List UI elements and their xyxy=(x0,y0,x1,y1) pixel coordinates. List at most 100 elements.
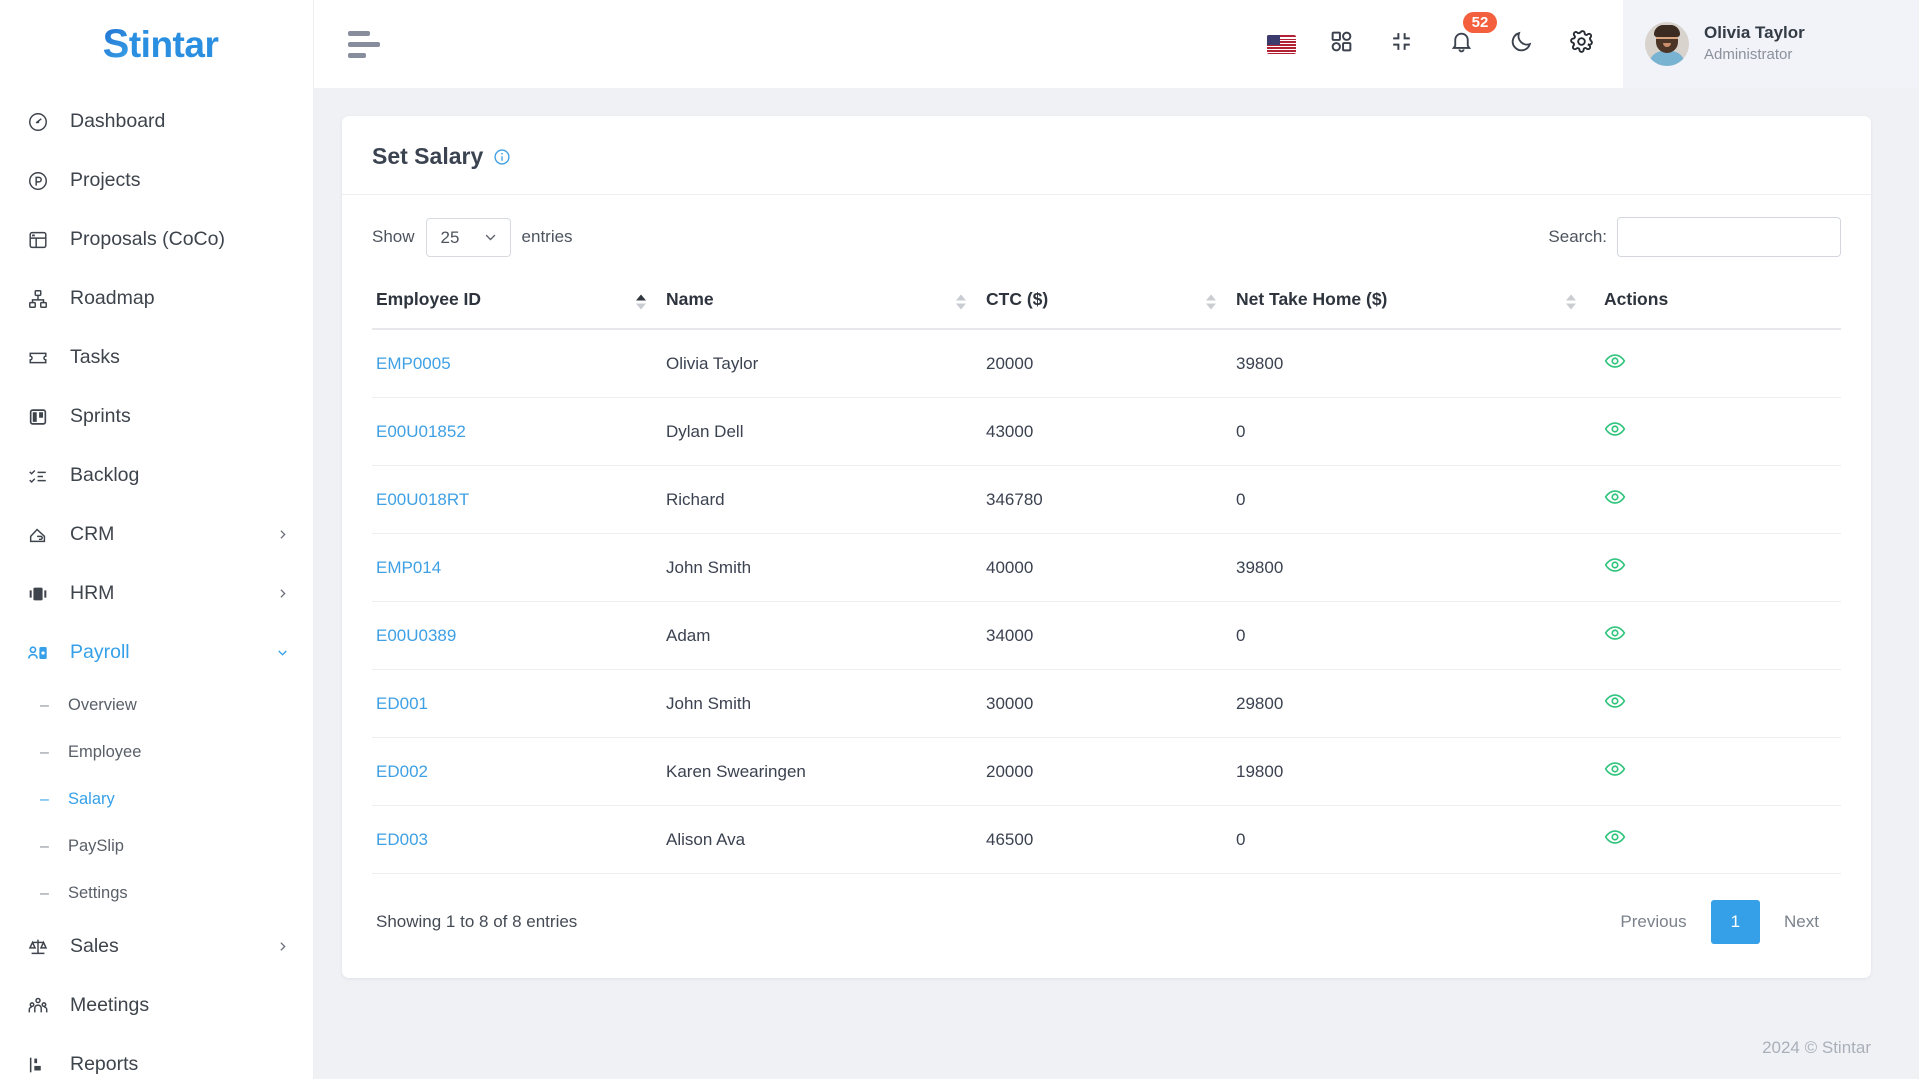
sidebar-item-label: Backlog xyxy=(70,464,140,486)
employee-id-link[interactable]: ED001 xyxy=(376,694,428,713)
sidebar-subitem-settings[interactable]: – Settings xyxy=(0,870,313,917)
sidebar-item-roadmap[interactable]: Roadmap xyxy=(0,269,313,328)
view-icon[interactable] xyxy=(1604,758,1630,784)
search-label: Search: xyxy=(1548,227,1607,246)
pagination-page-1[interactable]: 1 xyxy=(1710,900,1761,944)
table-row: EMP0005 Olivia Taylor 20000 39800 xyxy=(372,329,1841,398)
view-icon[interactable] xyxy=(1604,486,1630,512)
employee-id-link[interactable]: E00U018RT xyxy=(376,490,469,509)
table-row: E00U0389 Adam 34000 0 xyxy=(372,601,1841,670)
chevron-down-icon xyxy=(275,646,289,660)
pagination-next[interactable]: Next xyxy=(1766,902,1837,942)
page-footer: 2024 © Stintar xyxy=(314,1017,1919,1079)
dash-marker: – xyxy=(40,790,49,808)
view-icon[interactable] xyxy=(1604,350,1630,376)
settings-button[interactable] xyxy=(1551,0,1611,88)
user-profile-text: Olivia Taylor Administrator xyxy=(1704,22,1805,65)
sidebar-subitem-employee[interactable]: – Employee xyxy=(0,729,313,776)
cell-actions xyxy=(1592,329,1841,398)
dash-marker: – xyxy=(40,696,49,714)
gear-icon xyxy=(1569,29,1594,59)
cell-ctc: 20000 xyxy=(982,737,1232,806)
employee-id-link[interactable]: ED002 xyxy=(376,762,428,781)
column-label: CTC ($) xyxy=(986,289,1049,309)
checklist-icon xyxy=(26,464,50,488)
sidebar-item-label: Reports xyxy=(70,1053,139,1075)
sidebar-item-sales[interactable]: Sales xyxy=(0,917,313,976)
menu-line xyxy=(348,52,366,58)
sidebar-item-sprints[interactable]: Sprints xyxy=(0,387,313,446)
sidebar-item-meetings[interactable]: Meetings xyxy=(0,976,313,1035)
menu-line xyxy=(348,41,380,47)
notifications-button[interactable]: 52 xyxy=(1431,0,1497,88)
salary-table: Employee ID Name CTC ($) Net Take Home (… xyxy=(372,275,1841,874)
cell-actions xyxy=(1592,669,1841,738)
cell-employee-id: E00U018RT xyxy=(372,465,662,534)
search-input[interactable] xyxy=(1617,217,1841,257)
theme-toggle-button[interactable] xyxy=(1491,0,1551,88)
view-icon[interactable] xyxy=(1604,622,1630,648)
sidebar-item-payroll[interactable]: Payroll xyxy=(0,623,313,682)
sidebar-item-tasks[interactable]: Tasks xyxy=(0,328,313,387)
sidebar-subitem-salary[interactable]: – Salary xyxy=(0,776,313,823)
view-icon[interactable] xyxy=(1604,826,1630,852)
sidebar-item-reports[interactable]: Reports xyxy=(0,1035,313,1079)
circle-p-icon xyxy=(26,169,50,193)
handshake-icon xyxy=(26,523,50,547)
sidebar-item-dashboard[interactable]: Dashboard xyxy=(0,92,313,151)
apps-grid-button[interactable] xyxy=(1311,0,1371,88)
sidebar-item-hrm[interactable]: HRM xyxy=(0,564,313,623)
people-icon xyxy=(26,994,50,1018)
cell-name: Richard xyxy=(662,465,982,534)
employee-id-link[interactable]: EMP0005 xyxy=(376,354,451,373)
cell-name: Dylan Dell xyxy=(662,397,982,466)
cell-employee-id: ED003 xyxy=(372,805,662,874)
column-header-employee-id[interactable]: Employee ID xyxy=(372,275,662,330)
column-header-net-take-home[interactable]: Net Take Home ($) xyxy=(1232,275,1592,330)
page-size-select[interactable]: 10 25 50 100 xyxy=(425,217,511,257)
sort-arrows-icon xyxy=(956,294,966,309)
table-row: ED002 Karen Swearingen 20000 19800 xyxy=(372,737,1841,806)
sidebar-item-label: Projects xyxy=(70,169,141,191)
sidebar-item-backlog[interactable]: Backlog xyxy=(0,446,313,505)
menu-toggle-button[interactable] xyxy=(348,30,382,58)
topbar-actions: 52 Olivia Taylor Administrator xyxy=(1251,0,1919,88)
dash-marker: – xyxy=(40,884,49,902)
user-profile-menu[interactable]: Olivia Taylor Administrator xyxy=(1623,0,1919,88)
page-size-select-wrapper: 10 25 50 100 xyxy=(425,217,511,257)
compress-icon xyxy=(1389,29,1414,59)
employee-id-link[interactable]: E00U01852 xyxy=(376,422,466,441)
employee-id-link[interactable]: E00U0389 xyxy=(376,626,456,645)
column-label: Name xyxy=(666,289,714,309)
fullscreen-toggle-button[interactable] xyxy=(1371,0,1431,88)
sidebar-item-label: CRM xyxy=(70,523,115,545)
copyright-text: 2024 © Stintar xyxy=(1762,1038,1871,1057)
sidebar-subitem-payslip[interactable]: – PaySlip xyxy=(0,823,313,870)
cell-ctc: 40000 xyxy=(982,533,1232,602)
cell-net-take-home: 39800 xyxy=(1232,533,1592,602)
sidebar-item-proposals[interactable]: Proposals (CoCo) xyxy=(0,210,313,269)
employee-id-link[interactable]: ED003 xyxy=(376,830,428,849)
scales-icon xyxy=(26,935,50,959)
card-header: Set Salary xyxy=(342,116,1871,195)
column-label: Net Take Home ($) xyxy=(1236,289,1388,309)
cell-actions xyxy=(1592,533,1841,602)
sidebar-item-crm[interactable]: CRM xyxy=(0,505,313,564)
table-footer: Showing 1 to 8 of 8 entries Previous 1 N… xyxy=(372,874,1841,962)
brand-logo[interactable]: Stintar xyxy=(0,0,313,88)
employee-id-link[interactable]: EMP014 xyxy=(376,558,441,577)
column-header-name[interactable]: Name xyxy=(662,275,982,330)
brand-logo-initial: S xyxy=(102,21,130,66)
view-icon[interactable] xyxy=(1604,554,1630,580)
chevron-right-icon xyxy=(275,587,289,601)
pagination-previous[interactable]: Previous xyxy=(1602,902,1704,942)
sidebar-subitem-overview[interactable]: – Overview xyxy=(0,682,313,729)
language-selector-button[interactable] xyxy=(1251,0,1311,88)
view-icon[interactable] xyxy=(1604,418,1630,444)
column-header-ctc[interactable]: CTC ($) xyxy=(982,275,1232,330)
view-icon[interactable] xyxy=(1604,690,1630,716)
sidebar-item-projects[interactable]: Projects xyxy=(0,151,313,210)
info-circle-icon[interactable] xyxy=(493,148,511,166)
table-row: E00U018RT Richard 346780 0 xyxy=(372,465,1841,534)
user-role: Administrator xyxy=(1704,46,1793,64)
